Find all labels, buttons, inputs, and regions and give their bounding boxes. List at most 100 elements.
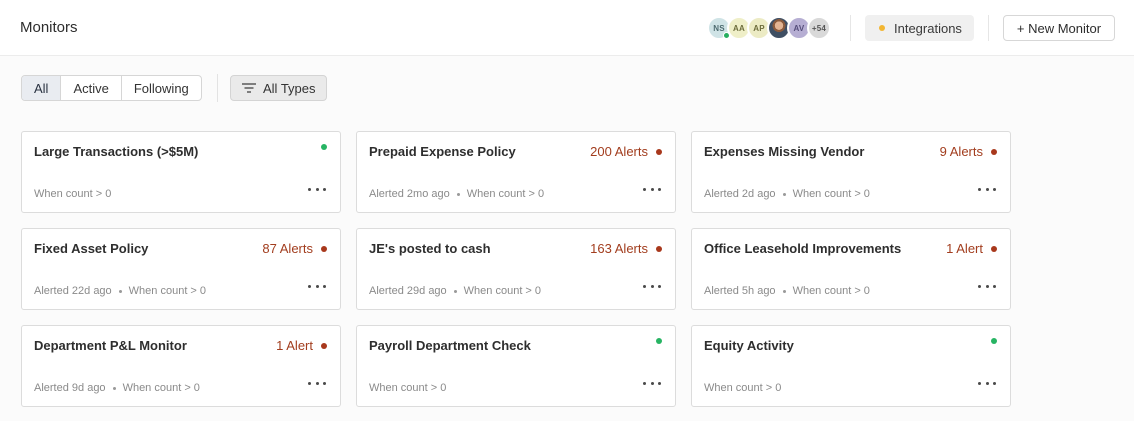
condition: When count > 0: [34, 188, 112, 200]
monitor-meta: When count > 0: [369, 382, 446, 394]
avatar-initials: AP: [753, 23, 765, 33]
ok-status-dot-icon: [656, 338, 662, 344]
monitor-title: Prepaid Expense Policy: [369, 144, 516, 159]
separator-dot: [112, 386, 116, 390]
monitor-meta: Alerted 22d ago When count > 0: [34, 285, 206, 297]
condition: When count > 0: [792, 285, 870, 297]
monitor-title: Large Transactions (>$5M): [34, 144, 199, 159]
last-alerted: Alerted 5h ago: [704, 285, 776, 297]
alert-status: [983, 338, 997, 344]
tab-following[interactable]: Following: [122, 76, 201, 100]
alert-status-dot-icon: [656, 148, 662, 155]
monitor-title: Equity Activity: [704, 338, 794, 353]
alert-count: 1 Alert: [946, 241, 983, 256]
monitor-card[interactable]: Payroll Department Check When count > 0: [356, 325, 676, 407]
last-alerted: Alerted 2mo ago: [369, 188, 450, 200]
last-alerted: Alerted 2d ago: [704, 188, 776, 200]
alert-status-dot-icon: [991, 245, 997, 252]
all-types-filter-button[interactable]: All Types: [230, 75, 327, 101]
monitor-card[interactable]: Office Leasehold Improvements 1 Alert Aler…: [691, 228, 1011, 310]
integrations-button[interactable]: Integrations: [865, 15, 974, 41]
new-monitor-label: + New Monitor: [1016, 20, 1102, 36]
condition: When count > 0: [369, 382, 447, 394]
filter-tabs: All Active Following: [21, 75, 202, 101]
monitor-card[interactable]: Equity Activity When count > 0: [691, 325, 1011, 407]
more-options-icon[interactable]: [978, 376, 996, 390]
divider: [988, 15, 989, 41]
alert-status-dot-icon: [656, 245, 662, 252]
last-alerted: Alerted 29d ago: [369, 285, 447, 297]
monitor-meta: Alerted 5h ago When count > 0: [704, 285, 870, 297]
separator-dot: [118, 289, 122, 293]
alert-status: 1 Alert: [276, 338, 327, 353]
separator-dot: [782, 289, 786, 293]
ok-status-dot-icon: [991, 338, 997, 344]
alert-status: 200 Alerts: [590, 144, 662, 159]
avatar-initials: +54: [811, 23, 827, 33]
monitor-title: Fixed Asset Policy: [34, 241, 149, 256]
monitor-title: Office Leasehold Improvements: [704, 241, 902, 256]
filter-lines-icon: [242, 83, 256, 93]
tab-label: All: [34, 80, 49, 96]
monitor-card[interactable]: Prepaid Expense Policy 200 Alerts Alerted …: [356, 131, 676, 213]
avatar[interactable]: +54: [807, 16, 831, 40]
condition: When count > 0: [122, 382, 200, 394]
top-bar: Monitors NS AA AP AV +54 Integrations + New …: [0, 0, 1134, 56]
avatar-initials: AA: [733, 23, 745, 33]
monitor-card[interactable]: Expenses Missing Vendor 9 Alerts Alerted 2…: [691, 131, 1011, 213]
alert-status-dot-icon: [321, 342, 327, 349]
monitor-card[interactable]: JE's posted to cash 163 Alerts Alerted 29d…: [356, 228, 676, 310]
alert-status: [313, 144, 327, 150]
divider: [850, 15, 851, 41]
condition: When count > 0: [704, 382, 782, 394]
all-types-label: All Types: [263, 80, 316, 96]
more-options-icon[interactable]: [643, 279, 661, 293]
monitor-meta: When count > 0: [704, 382, 781, 394]
condition: When count > 0: [792, 188, 870, 200]
monitor-card[interactable]: Department P&L Monitor 1 Alert Alerted 9d …: [21, 325, 341, 407]
monitor-meta: Alerted 9d ago When count > 0: [34, 382, 200, 394]
alert-count: 87 Alerts: [262, 241, 313, 256]
tab-label: Active: [73, 80, 109, 96]
more-options-icon[interactable]: [978, 182, 996, 196]
monitor-meta: Alerted 2mo ago When count > 0: [369, 188, 544, 200]
alert-status: 87 Alerts: [262, 241, 327, 256]
alert-status: 163 Alerts: [590, 241, 662, 256]
alert-status: [648, 338, 662, 344]
more-options-icon[interactable]: [308, 182, 326, 196]
monitor-title: Expenses Missing Vendor: [704, 144, 865, 159]
alert-status-dot-icon: [321, 245, 327, 252]
monitor-title: Payroll Department Check: [369, 338, 531, 353]
status-dot-icon: [879, 25, 885, 31]
divider: [217, 74, 218, 102]
monitor-meta: Alerted 2d ago When count > 0: [704, 188, 870, 200]
more-options-icon[interactable]: [643, 376, 661, 390]
alert-count: 163 Alerts: [590, 241, 648, 256]
condition: When count > 0: [463, 285, 542, 297]
alert-count: 1 Alert: [276, 338, 313, 353]
monitor-title: JE's posted to cash: [369, 241, 491, 256]
alert-status: 1 Alert: [946, 241, 997, 256]
more-options-icon[interactable]: [308, 279, 326, 293]
tab-label: Following: [133, 80, 189, 96]
monitor-card[interactable]: Fixed Asset Policy 87 Alerts Alerted 22d a…: [21, 228, 341, 310]
monitor-meta: When count > 0: [34, 188, 111, 200]
integrations-label: Integrations: [894, 20, 962, 36]
page-title: Monitors: [20, 19, 78, 36]
alert-count: 9 Alerts: [939, 144, 983, 159]
tab-active[interactable]: Active: [61, 76, 122, 100]
more-options-icon[interactable]: [643, 182, 661, 196]
monitor-title: Department P&L Monitor: [34, 338, 187, 353]
tab-all[interactable]: All: [22, 76, 62, 100]
separator-dot: [453, 289, 457, 293]
new-monitor-button[interactable]: + New Monitor: [1003, 15, 1115, 41]
more-options-icon[interactable]: [978, 279, 996, 293]
alert-count: 200 Alerts: [590, 144, 648, 159]
monitor-meta: Alerted 29d ago When count > 0: [369, 285, 541, 297]
avatar-initials: AV: [793, 23, 805, 33]
monitor-card[interactable]: Large Transactions (>$5M) When count > 0: [21, 131, 341, 213]
condition: When count > 0: [466, 188, 545, 200]
separator-dot: [456, 192, 460, 196]
separator-dot: [782, 192, 786, 196]
more-options-icon[interactable]: [308, 376, 326, 390]
